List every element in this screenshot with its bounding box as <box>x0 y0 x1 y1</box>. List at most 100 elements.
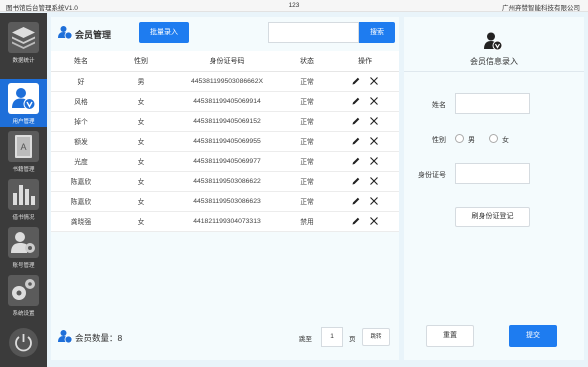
sidebar-item-data-stats[interactable]: 数据统计 <box>0 18 47 66</box>
table-row: 陈嘉欣女 445381199503086622 正常 <box>51 171 399 192</box>
table-row: 掉个女 445381199405069152 正常 <box>51 111 399 132</box>
svg-text:A: A <box>20 142 26 152</box>
column-header-status: 状态 <box>283 51 331 72</box>
user-icon <box>482 30 504 54</box>
table-row: 龚晓强女 441821199304073313 禁用 <box>51 211 399 232</box>
delete-icon[interactable] <box>369 116 379 126</box>
gender-label: 性别 <box>432 137 446 144</box>
page-number-input[interactable]: 1 <box>321 327 343 347</box>
cell-name: 陈嘉欣 <box>51 171 111 192</box>
cell-status: 正常 <box>283 131 331 152</box>
cell-actions <box>331 151 399 172</box>
cell-actions <box>331 211 399 232</box>
sidebar-item-label: 借书情况 <box>12 215 35 221</box>
cell-status: 正常 <box>283 91 331 112</box>
reset-button[interactable]: 重置 <box>426 325 474 347</box>
page-unit-label: 页 <box>349 336 356 343</box>
power-icon[interactable] <box>9 328 38 357</box>
edit-icon[interactable] <box>351 96 361 106</box>
cell-id-number: 445381199405069977 <box>171 151 283 172</box>
edit-icon[interactable] <box>351 176 361 186</box>
form-title: 会员信息录入 <box>470 57 518 66</box>
id-number-field[interactable] <box>455 163 530 184</box>
column-header-gender: 性别 <box>111 51 171 72</box>
cell-status: 禁用 <box>283 211 331 232</box>
delete-icon[interactable] <box>369 216 379 226</box>
sidebar-item-label: 用户管理 <box>12 119 35 125</box>
submit-button[interactable]: 提交 <box>509 325 557 347</box>
edit-icon[interactable] <box>351 136 361 146</box>
sidebar-item-borrowing[interactable]: 借书情况 <box>0 175 47 223</box>
sidebar-item-system-settings[interactable]: 系统设置 <box>0 271 47 319</box>
cell-name: 龚晓强 <box>51 211 111 232</box>
search-input[interactable] <box>268 22 359 43</box>
cell-name: 陈嘉欣 <box>51 191 111 212</box>
table-row: 风格女 445381199405069914 正常 <box>51 91 399 112</box>
cell-id-number: 445381199503086622 <box>171 171 283 192</box>
cell-id-number: 445381199503086662X <box>171 71 283 92</box>
sidebar: 数据统计 用户管理 A 书籍管理 借书情况 账号管理 系统设置 <box>0 13 47 367</box>
table-header-row: 姓名 性别 身份证号码 状态 操作 <box>51 51 399 72</box>
cell-gender: 女 <box>111 131 171 152</box>
cell-actions <box>331 111 399 132</box>
swipe-id-card-button[interactable]: 刷身份证登记 <box>455 207 530 227</box>
edit-icon[interactable] <box>351 216 361 226</box>
sidebar-item-label: 系统设置 <box>12 311 35 317</box>
cell-status: 正常 <box>283 71 331 92</box>
company-name: 广州弃赞智能科技有限公司 <box>502 5 580 12</box>
divider <box>404 71 584 72</box>
user-icon <box>57 24 73 42</box>
cell-gender: 女 <box>111 151 171 172</box>
delete-icon[interactable] <box>369 96 379 106</box>
cell-id-number: 445381199405069152 <box>171 111 283 132</box>
edit-icon[interactable] <box>351 76 361 86</box>
sidebar-item-user-management[interactable]: 用户管理 <box>0 79 47 127</box>
table-body: 好男 445381199503086662X 正常 风格女 44538119940506… <box>51 71 399 232</box>
member-management-panel: 会员管理 批量录入 搜索 姓名 性别 身份证号码 状态 操作 好男 4453811… <box>51 17 399 360</box>
cell-gender: 女 <box>111 191 171 212</box>
gender-female-radio[interactable] <box>489 134 498 143</box>
cell-id-number: 441821199304073313 <box>171 211 283 232</box>
delete-icon[interactable] <box>369 136 379 146</box>
user-icon <box>57 328 73 346</box>
cell-gender: 女 <box>111 91 171 112</box>
edit-icon[interactable] <box>351 196 361 206</box>
sidebar-item-book-management[interactable]: A 书籍管理 <box>0 127 47 175</box>
gender-male-radio[interactable] <box>455 134 464 143</box>
cell-gender: 女 <box>111 211 171 232</box>
cell-name: 风格 <box>51 91 111 112</box>
delete-icon[interactable] <box>369 76 379 86</box>
cell-status: 正常 <box>283 191 331 212</box>
delete-icon[interactable] <box>369 196 379 206</box>
batch-import-button[interactable]: 批量录入 <box>139 22 189 43</box>
name-label: 姓名 <box>432 102 446 109</box>
table-row: 额发女 445381199405069955 正常 <box>51 131 399 152</box>
cell-id-number: 445381199405069914 <box>171 91 283 112</box>
delete-icon[interactable] <box>369 156 379 166</box>
cell-actions <box>331 71 399 92</box>
goto-label: 跳至 <box>299 336 312 343</box>
search-button[interactable]: 搜索 <box>359 22 395 43</box>
bar-chart-icon <box>8 179 39 210</box>
cell-gender: 女 <box>111 111 171 132</box>
cell-name: 光度 <box>51 151 111 172</box>
name-field[interactable] <box>455 93 530 114</box>
page-title: 会员管理 <box>75 30 112 40</box>
edit-icon[interactable] <box>351 156 361 166</box>
sidebar-item-account-management[interactable]: 账号管理 <box>0 223 47 271</box>
sidebar-item-label: 书籍管理 <box>12 167 35 173</box>
cell-actions <box>331 171 399 192</box>
cell-name: 好 <box>51 71 111 92</box>
cell-id-number: 445381199405069955 <box>171 131 283 152</box>
id-label: 身份证号 <box>418 172 446 179</box>
gender-female-label: 女 <box>502 137 509 144</box>
delete-icon[interactable] <box>369 176 379 186</box>
cell-actions <box>331 91 399 112</box>
book-icon: A <box>8 131 39 162</box>
edit-icon[interactable] <box>351 116 361 126</box>
jump-button[interactable]: 跳转 <box>362 328 390 346</box>
stack-icon <box>8 22 39 53</box>
table-row: 好男 445381199503086662X 正常 <box>51 71 399 92</box>
title-bar: 图书馆后台管理系统V1.0 123 广州弃赞智能科技有限公司 <box>0 0 588 12</box>
member-table: 姓名 性别 身份证号码 状态 操作 好男 445381199503086662X 正… <box>51 51 399 232</box>
